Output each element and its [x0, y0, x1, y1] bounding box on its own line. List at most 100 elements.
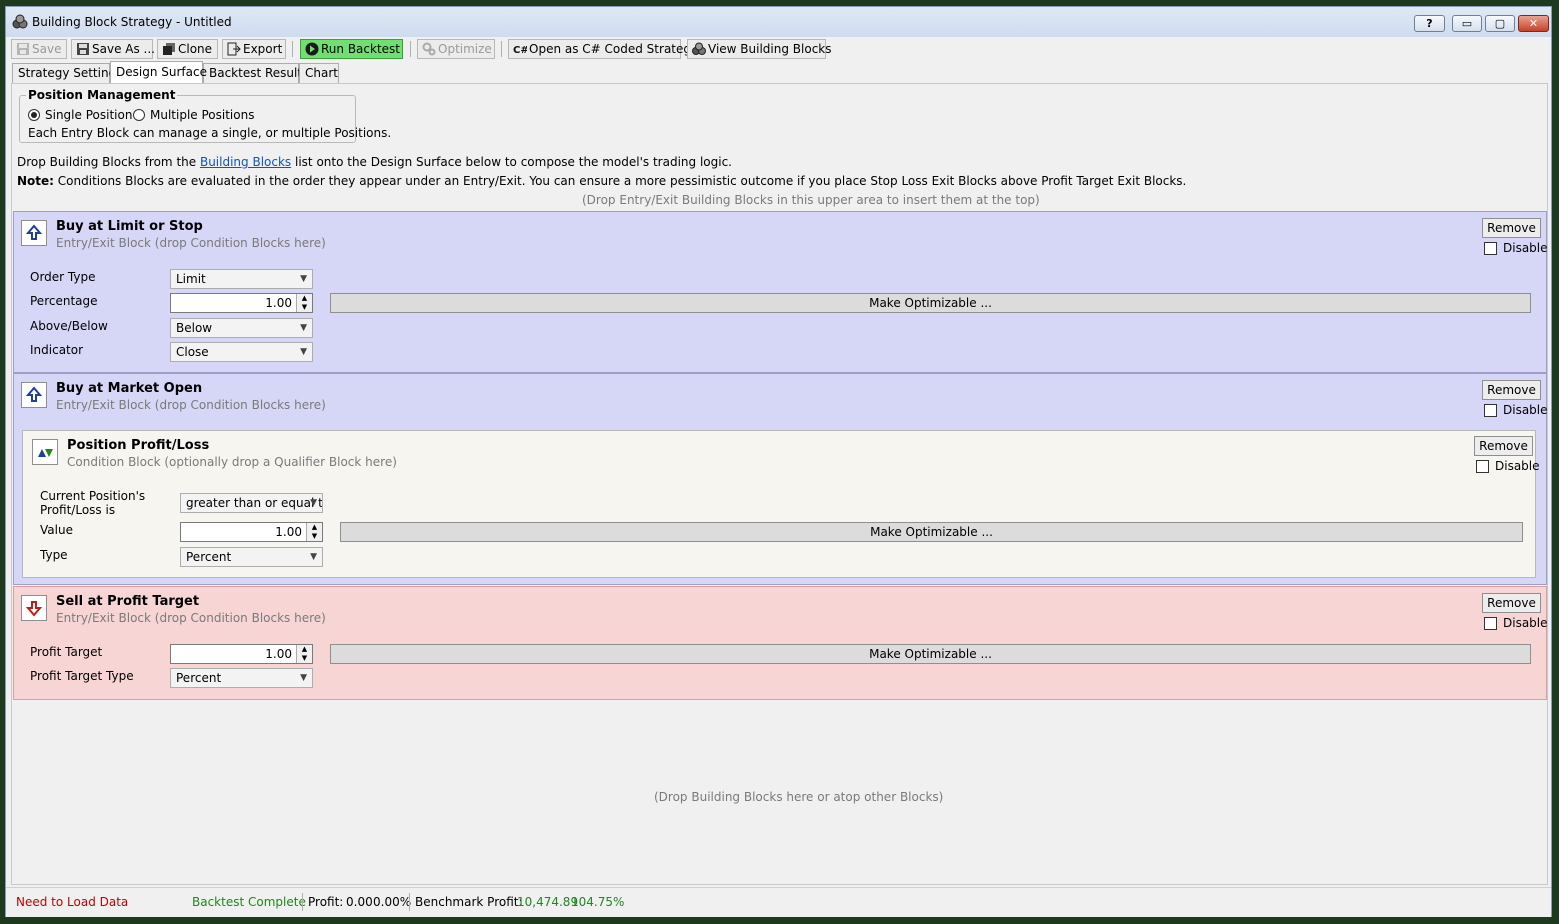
tab-chart[interactable]: Chart	[299, 63, 339, 83]
make-optimizable-button[interactable]: Make Optimizable ...	[330, 644, 1531, 664]
status-bar: Need to Load Data Backtest Complete Prof…	[6, 887, 1551, 917]
profit-target-type-label: Profit Target Type	[30, 669, 134, 683]
type-select[interactable]: Percent ▼	[180, 547, 323, 567]
block-subtitle: Entry/Exit Block (drop Condition Blocks …	[56, 611, 326, 625]
buy-market-open-block[interactable]: Buy at Market Open Entry/Exit Block (dro…	[13, 373, 1548, 585]
block-subtitle: Entry/Exit Block (drop Condition Blocks …	[56, 398, 326, 412]
down-arrow-icon	[21, 595, 47, 621]
window-title: Building Block Strategy - Untitled	[32, 15, 232, 29]
radio-dot	[133, 109, 145, 121]
tab-backtest-results[interactable]: Backtest Results	[203, 63, 308, 83]
save-as-button[interactable]: Save As ...	[71, 39, 155, 59]
checkbox-box	[1476, 460, 1489, 473]
chevron-down-icon: ▼	[300, 274, 307, 284]
block-subtitle: Entry/Exit Block (drop Condition Blocks …	[56, 236, 326, 250]
multiple-positions-radio[interactable]: Multiple Positions	[133, 107, 254, 123]
building-blocks-icon	[12, 14, 28, 29]
title-bar: Building Block Strategy - Untitled ? ▭ ▢…	[6, 7, 1551, 37]
value-stepper[interactable]: 1.00 ▲ ▼	[180, 522, 323, 542]
disable-checkbox[interactable]: Disable	[1484, 402, 1548, 418]
toolbar-separator	[501, 41, 502, 57]
profit-value: 0.00	[346, 895, 373, 909]
profit-label: Profit:	[308, 895, 344, 909]
close-button[interactable]: ✕	[1518, 15, 1549, 32]
block-title: Buy at Market Open	[56, 381, 203, 396]
checkbox-box	[1484, 242, 1497, 255]
indicator-select[interactable]: Close ▼	[170, 342, 313, 362]
run-backtest-button[interactable]: Run Backtest	[300, 39, 403, 59]
backtest-status: Backtest Complete	[192, 895, 306, 909]
block-title: Sell at Profit Target	[56, 594, 200, 609]
save-button[interactable]: Save	[11, 39, 67, 59]
export-button[interactable]: Export	[222, 39, 286, 59]
position-management-group: Position Management Single Position Mult…	[19, 88, 391, 143]
clone-icon	[163, 43, 175, 55]
gears-icon	[422, 42, 436, 56]
toolbar-separator	[292, 41, 293, 57]
sell-profit-target-block[interactable]: Sell at Profit Target Entry/Exit Block (…	[13, 586, 1548, 700]
block-title: Buy at Limit or Stop	[56, 219, 203, 234]
chevron-down-icon: ▼	[300, 673, 307, 683]
toolbar: Save Save As ... Clone Export Run Backte…	[6, 37, 1551, 61]
comparison-select[interactable]: greater than or equal t ▼	[180, 493, 323, 513]
up-arrow-icon	[21, 382, 47, 408]
benchmark-value: 10,474.89	[517, 895, 579, 909]
percentage-stepper[interactable]: 1.00 ▲ ▼	[170, 293, 313, 313]
play-icon	[305, 42, 319, 56]
view-building-blocks-button[interactable]: View Building Blocks	[687, 39, 832, 59]
disable-checkbox[interactable]: Disable	[1484, 615, 1548, 631]
order-type-select[interactable]: Limit ▼	[170, 269, 313, 289]
type-label: Type	[40, 548, 68, 562]
toolbar-separator	[410, 41, 411, 57]
buy-limit-stop-block[interactable]: Buy at Limit or Stop Entry/Exit Block (d…	[13, 211, 1548, 373]
single-position-radio[interactable]: Single Position	[28, 107, 132, 123]
note-text: Note: Conditions Blocks are evaluated in…	[17, 174, 1187, 188]
export-icon	[227, 42, 241, 56]
open-csharp-button[interactable]: C# Open as C# Coded Strategy	[508, 39, 698, 59]
value-label: Value	[40, 523, 73, 537]
bottom-drop-hint: (Drop Building Blocks here or atop other…	[654, 790, 944, 804]
load-status: Need to Load Data	[16, 895, 129, 909]
spin-arrows-icon[interactable]: ▲ ▼	[306, 523, 322, 541]
make-optimizable-button[interactable]: Make Optimizable ...	[330, 293, 1531, 313]
svg-text:C#: C#	[513, 45, 527, 56]
top-drop-hint: (Drop Entry/Exit Building Blocks in this…	[582, 193, 1040, 207]
minimize-button[interactable]: ▭	[1452, 15, 1482, 32]
profit-target-label: Profit Target	[30, 645, 103, 659]
benchmark-percent: 104.75%	[571, 895, 625, 909]
csharp-icon: C#	[513, 45, 527, 56]
optimize-button[interactable]: Optimize	[417, 39, 495, 59]
remove-button[interactable]: Remove	[1482, 218, 1541, 238]
save-as-icon	[77, 43, 89, 55]
remove-button[interactable]: Remove	[1482, 380, 1541, 400]
spin-arrows-icon[interactable]: ▲ ▼	[296, 645, 312, 663]
current-position-label: Current Position's Profit/Loss is	[40, 489, 146, 517]
order-type-label: Order Type	[30, 270, 96, 284]
position-profit-loss-block[interactable]: Position Profit/Loss Condition Block (op…	[22, 430, 1540, 578]
design-surface: Position Management Single Position Mult…	[11, 83, 1548, 885]
building-blocks-link[interactable]: Building Blocks	[200, 155, 291, 169]
block-subtitle: Condition Block (optionally drop a Quali…	[67, 455, 397, 469]
profit-target-type-select[interactable]: Percent ▼	[170, 668, 313, 688]
save-icon	[17, 43, 29, 55]
disable-checkbox[interactable]: Disable	[1476, 458, 1540, 474]
help-button[interactable]: ?	[1414, 15, 1445, 32]
drop-instructions: Drop Building Blocks from the Building B…	[17, 155, 732, 169]
above-below-select[interactable]: Below ▼	[170, 318, 313, 338]
disable-checkbox[interactable]: Disable	[1484, 240, 1548, 256]
tab-strategy-settings[interactable]: Strategy Settings	[12, 63, 122, 83]
clone-button[interactable]: Clone	[157, 39, 218, 59]
checkbox-box	[1484, 617, 1497, 630]
tab-design-surface[interactable]: Design Surface	[110, 61, 207, 83]
make-optimizable-button[interactable]: Make Optimizable ...	[340, 522, 1523, 542]
radio-dot	[28, 109, 40, 121]
indicator-label: Indicator	[30, 343, 84, 357]
block-title: Position Profit/Loss	[67, 438, 210, 453]
spin-arrows-icon[interactable]: ▲ ▼	[296, 294, 312, 312]
percentage-label: Percentage	[30, 294, 98, 308]
maximize-button[interactable]: ▢	[1485, 15, 1515, 32]
remove-button[interactable]: Remove	[1482, 593, 1541, 613]
profit-target-stepper[interactable]: 1.00 ▲ ▼	[170, 644, 313, 664]
remove-button[interactable]: Remove	[1474, 436, 1533, 456]
status-separator	[302, 893, 303, 911]
